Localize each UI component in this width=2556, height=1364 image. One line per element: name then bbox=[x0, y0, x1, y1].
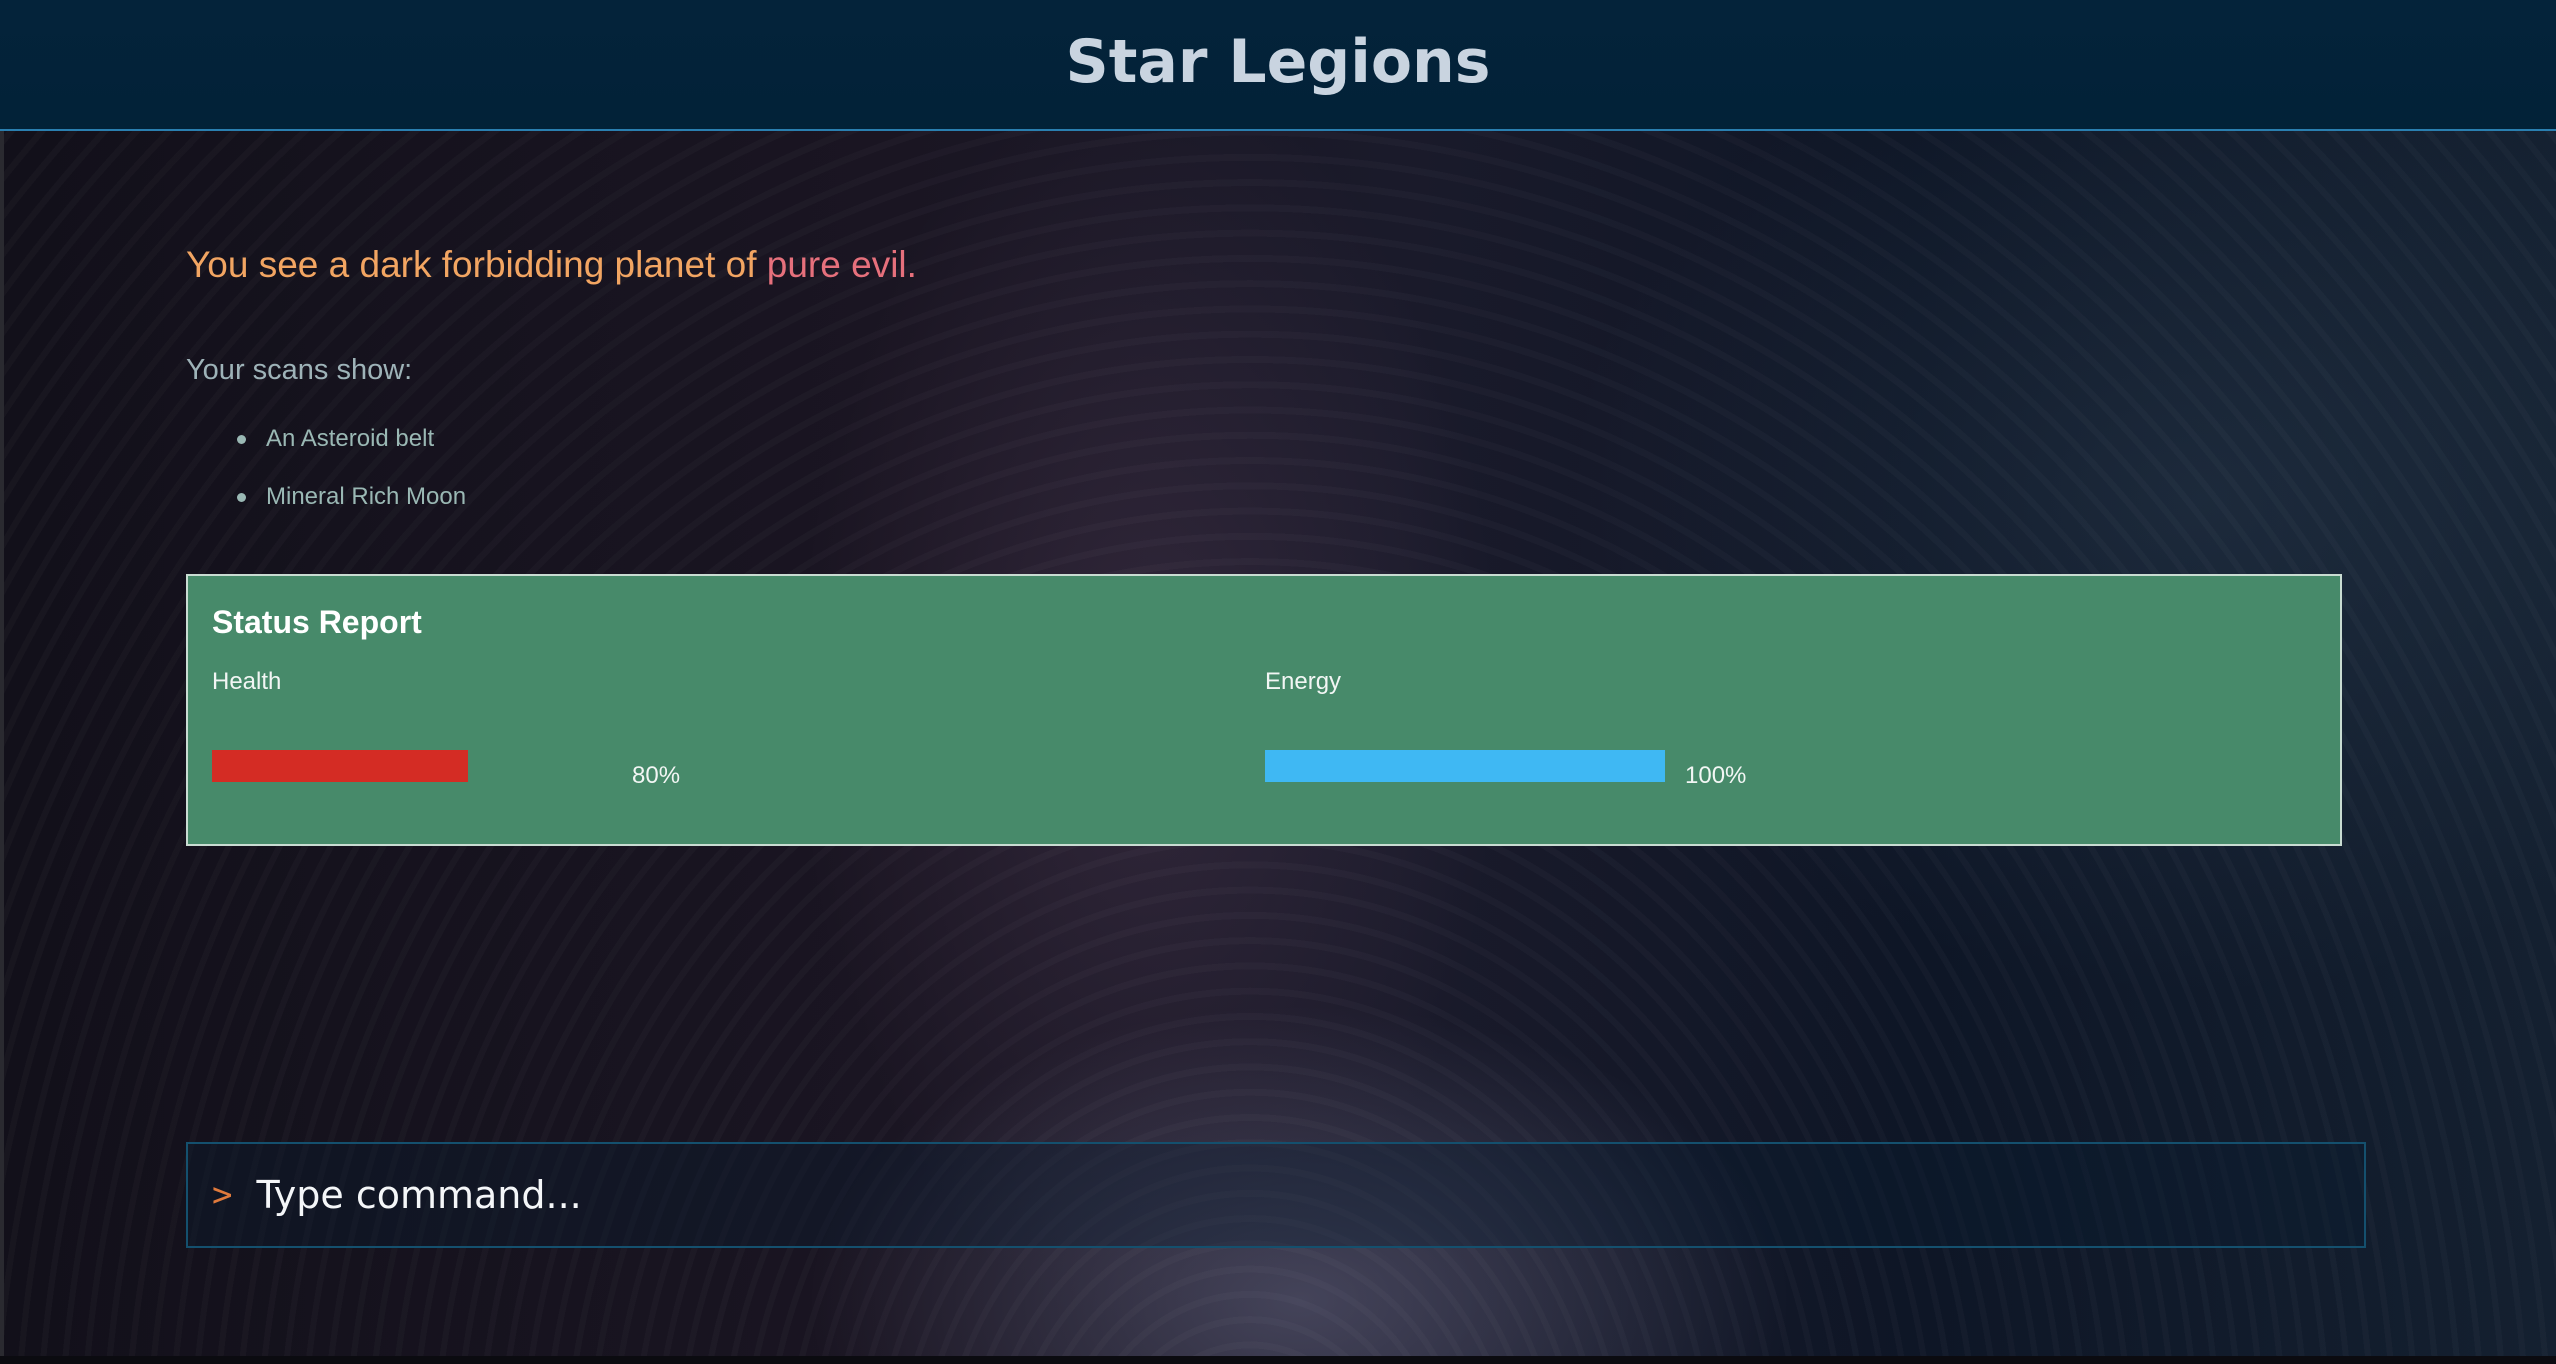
header-bar: Star Legions bbox=[0, 0, 2556, 131]
command-bar[interactable]: > bbox=[186, 1142, 2366, 1248]
bullet-icon bbox=[237, 435, 246, 444]
game-title: Star Legions bbox=[1065, 26, 1491, 97]
left-edge-divider bbox=[0, 131, 4, 1364]
bottom-edge bbox=[0, 1356, 2556, 1364]
scene-description-highlight: pure evil. bbox=[766, 244, 917, 285]
health-bar bbox=[212, 750, 532, 782]
health-bar-fill bbox=[212, 750, 468, 782]
prompt-chevron-icon: > bbox=[212, 1175, 233, 1215]
command-input[interactable] bbox=[254, 1172, 2159, 1218]
energy-bar-fill bbox=[1265, 750, 1665, 782]
health-value: 80% bbox=[632, 762, 681, 789]
scan-results-list: An Asteroid belt Mineral Rich Moon bbox=[186, 420, 466, 536]
scan-result-item: An Asteroid belt bbox=[186, 420, 466, 478]
scans-label: Your scans show: bbox=[186, 354, 413, 386]
health-label: Health bbox=[212, 668, 282, 695]
scan-result-item: Mineral Rich Moon bbox=[186, 478, 466, 536]
status-report-panel: Status Report Health 80% Energy 100% bbox=[186, 574, 2342, 846]
scene-description-text: You see a dark forbidding planet of bbox=[186, 244, 767, 285]
bullet-icon bbox=[237, 493, 246, 502]
status-report-title: Status Report bbox=[212, 604, 422, 640]
energy-bar bbox=[1265, 750, 1665, 782]
game-screen: Star Legions You see a dark forbidding p… bbox=[0, 0, 2556, 1364]
energy-value: 100% bbox=[1685, 762, 1747, 789]
scan-result-label: An Asteroid belt bbox=[266, 425, 435, 452]
scan-result-label: Mineral Rich Moon bbox=[266, 483, 467, 510]
scene-description: You see a dark forbidding planet of pure… bbox=[186, 244, 917, 286]
energy-label: Energy bbox=[1265, 668, 1342, 695]
